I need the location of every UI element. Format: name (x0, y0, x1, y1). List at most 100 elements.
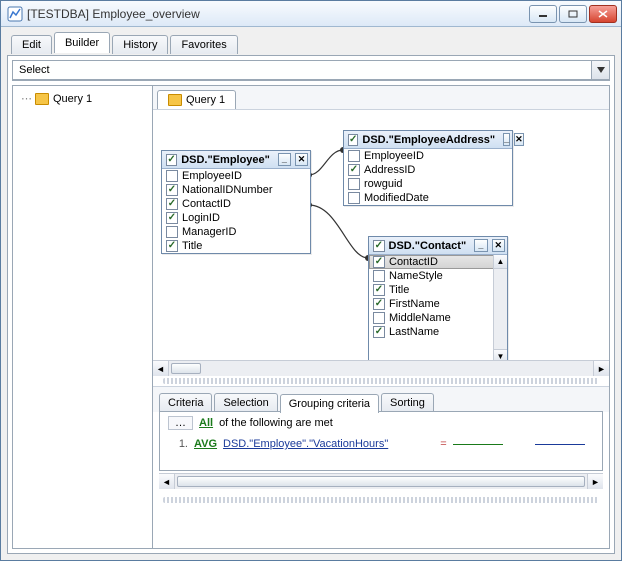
scroll-track[interactable] (175, 474, 587, 489)
table-employee-address[interactable]: DSD."EmployeeAddress" _ ✕ EmployeeID Addr… (343, 130, 513, 206)
table-minimize-icon[interactable]: _ (503, 133, 510, 146)
tab-history[interactable]: History (112, 35, 168, 54)
query-icon (35, 93, 49, 105)
criteria-column-link[interactable]: DSD."Employee"."VacationHours" (223, 438, 388, 450)
column-checkbox[interactable] (373, 326, 385, 338)
column-checkbox[interactable] (348, 178, 360, 190)
table-contact[interactable]: DSD."Contact" _ ✕ ContactIDNameStyle Titl… (368, 236, 508, 360)
table-check-all[interactable] (373, 240, 385, 252)
query-tab-1[interactable]: Query 1 (157, 90, 236, 109)
table-scrollbar[interactable]: ▲ ▼ (493, 255, 507, 360)
column-label: Title (389, 284, 409, 296)
table-column-row[interactable]: ManagerID (162, 225, 310, 239)
criteria-menu-button[interactable]: … (168, 416, 193, 430)
table-minimize-icon[interactable]: _ (474, 239, 487, 252)
tab-builder[interactable]: Builder (54, 32, 110, 53)
column-checkbox[interactable] (373, 284, 385, 296)
table-column-row[interactable]: EmployeeID (162, 169, 310, 183)
table-column-row[interactable]: rowguid (344, 177, 512, 191)
criteria-header: … All of the following are met (160, 412, 602, 434)
table-close-icon[interactable]: ✕ (514, 133, 524, 146)
column-checkbox[interactable] (166, 198, 178, 210)
column-checkbox[interactable] (348, 192, 360, 204)
table-column-row[interactable]: Title (369, 283, 507, 297)
canvas-h-scrollbar[interactable]: ◄ ► (153, 360, 609, 376)
table-minimize-icon[interactable]: _ (278, 153, 291, 166)
criteria-all-link[interactable]: All (199, 417, 213, 429)
table-employee[interactable]: DSD."Employee" _ ✕ EmployeeIDNationalIDN… (161, 150, 311, 254)
grouping-criteria-pane: … All of the following are met 1. AVG DS… (159, 411, 603, 471)
table-column-row[interactable]: Title (162, 239, 310, 253)
splitter-bottom[interactable] (163, 497, 599, 503)
table-column-row[interactable]: FirstName (369, 297, 507, 311)
column-checkbox[interactable] (373, 270, 385, 282)
table-header[interactable]: DSD."Contact" _ ✕ (369, 237, 507, 255)
criteria-value-slot-1[interactable] (453, 443, 503, 445)
subtab-grouping[interactable]: Grouping criteria (280, 394, 379, 413)
column-checkbox[interactable] (166, 184, 178, 196)
maximize-button[interactable] (559, 5, 587, 23)
column-label: MiddleName (389, 312, 451, 324)
statement-type-row: Select (12, 60, 610, 81)
column-checkbox[interactable] (348, 150, 360, 162)
table-column-row[interactable]: MiddleName (369, 311, 507, 325)
app-window: [TESTDBA] Employee_overview Edit Builder… (0, 0, 622, 561)
subtab-criteria[interactable]: Criteria (159, 393, 212, 412)
table-column-row[interactable]: ContactID (162, 197, 310, 211)
window-title: [TESTDBA] Employee_overview (27, 7, 529, 21)
column-label: EmployeeID (364, 150, 424, 162)
table-check-all[interactable] (348, 134, 358, 146)
column-checkbox[interactable] (373, 256, 385, 268)
tree-item-query1[interactable]: ⋯ Query 1 (17, 90, 148, 107)
column-checkbox[interactable] (166, 226, 178, 238)
scroll-thumb[interactable] (171, 363, 201, 374)
table-header[interactable]: DSD."Employee" _ ✕ (162, 151, 310, 169)
criteria-operator[interactable]: = (440, 438, 446, 450)
column-checkbox[interactable] (348, 164, 360, 176)
table-column-row[interactable]: NameStyle (369, 269, 507, 283)
subtab-sorting[interactable]: Sorting (381, 393, 434, 412)
criteria-value-slot-2[interactable] (535, 443, 585, 445)
table-column-row[interactable]: EmployeeID (344, 149, 512, 163)
scroll-down-icon[interactable]: ▼ (494, 349, 507, 360)
column-label: LoginID (182, 212, 220, 224)
table-column-row[interactable]: LastName (369, 325, 507, 339)
criteria-row-index: 1. (168, 438, 188, 450)
column-checkbox[interactable] (373, 312, 385, 324)
criteria-aggregate-link[interactable]: AVG (194, 438, 217, 450)
statement-type-dropdown[interactable] (592, 60, 610, 80)
scroll-track[interactable] (169, 361, 593, 376)
column-label: Title (182, 240, 202, 252)
minimize-button[interactable] (529, 5, 557, 23)
right-pane: Query 1 (153, 86, 609, 548)
scroll-right-icon[interactable]: ► (593, 361, 609, 376)
column-checkbox[interactable] (373, 298, 385, 310)
table-column-row[interactable]: ContactID (369, 255, 507, 269)
close-button[interactable] (589, 5, 617, 23)
scroll-up-icon[interactable]: ▲ (494, 255, 507, 269)
table-close-icon[interactable]: ✕ (295, 153, 308, 166)
column-checkbox[interactable] (166, 240, 178, 252)
column-label: NameStyle (389, 270, 443, 282)
scroll-left-icon[interactable]: ◄ (159, 474, 175, 489)
main-tabs: Edit Builder History Favorites (7, 31, 615, 53)
table-column-row[interactable]: AddressID (344, 163, 512, 177)
criteria-h-scrollbar[interactable]: ◄ ► (159, 473, 603, 489)
table-check-all[interactable] (166, 154, 177, 166)
scroll-left-icon[interactable]: ◄ (153, 361, 169, 376)
table-close-icon[interactable]: ✕ (492, 239, 505, 252)
table-column-row[interactable]: NationalIDNumber (162, 183, 310, 197)
diagram-canvas[interactable]: DSD."Employee" _ ✕ EmployeeIDNationalIDN… (153, 110, 609, 360)
column-label: AddressID (364, 164, 415, 176)
tab-edit[interactable]: Edit (11, 35, 52, 54)
column-checkbox[interactable] (166, 212, 178, 224)
splitter-horizontal[interactable] (163, 378, 599, 384)
scroll-thumb[interactable] (177, 476, 585, 487)
scroll-right-icon[interactable]: ► (587, 474, 603, 489)
tab-favorites[interactable]: Favorites (170, 35, 237, 54)
column-checkbox[interactable] (166, 170, 178, 182)
table-column-row[interactable]: ModifiedDate (344, 191, 512, 205)
table-column-row[interactable]: LoginID (162, 211, 310, 225)
subtab-selection[interactable]: Selection (214, 393, 277, 412)
table-header[interactable]: DSD."EmployeeAddress" _ ✕ (344, 131, 512, 149)
